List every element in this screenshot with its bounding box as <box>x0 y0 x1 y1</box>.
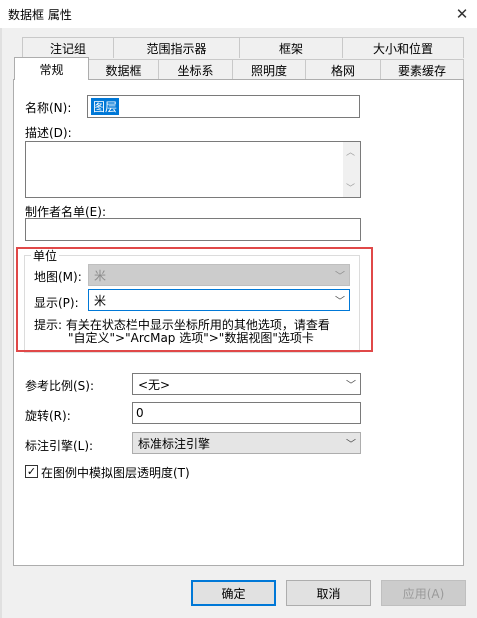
tab-annotation-groups[interactable]: 注记组 <box>22 37 114 58</box>
label-engine-label: 标注引擎(L): <box>25 439 94 453</box>
tab-feature-cache[interactable]: 要素缓存 <box>380 59 464 80</box>
cancel-button[interactable]: 取消 <box>286 580 371 606</box>
label-engine-value: 标准标注引擎 <box>138 436 211 451</box>
reference-scale-label: 参考比例(S): <box>25 379 95 393</box>
checkmark-icon: ✓ <box>26 465 37 478</box>
description-scrollbar[interactable]: ︿ ﹀ <box>343 142 360 197</box>
tab-extent-indicators[interactable]: 范围指示器 <box>113 37 240 58</box>
scroll-down-icon[interactable]: ﹀ <box>346 181 355 194</box>
rotation-label: 旋转(R): <box>25 409 71 423</box>
name-label: 名称(N): <box>25 101 72 115</box>
rotation-input[interactable]: 0 <box>132 402 361 424</box>
tab-illumination[interactable]: 照明度 <box>232 59 306 80</box>
apply-button: 应用(A) <box>381 580 466 606</box>
label-engine-combo[interactable]: 标准标注引擎 ﹀ <box>132 432 361 454</box>
tab-general[interactable]: 常规 <box>14 57 89 80</box>
window-title: 数据框 属性 <box>8 8 72 22</box>
ok-button[interactable]: 确定 <box>191 580 276 606</box>
tab-data-frame[interactable]: 数据框 <box>88 59 159 80</box>
name-input[interactable]: 图层 <box>87 95 360 118</box>
chevron-down-icon: ﹀ <box>346 380 356 392</box>
description-textarea[interactable] <box>25 141 361 198</box>
highlight-box <box>16 247 373 352</box>
scroll-up-icon[interactable]: ︿ <box>346 145 355 158</box>
simulate-transparency-checkbox[interactable]: ✓ <box>25 465 38 478</box>
tab-coordinate-system[interactable]: 坐标系 <box>158 59 233 80</box>
tab-grids[interactable]: 格网 <box>305 59 381 80</box>
close-button[interactable]: ✕ <box>447 0 477 28</box>
description-label: 描述(D): <box>25 126 72 140</box>
simulate-transparency-label[interactable]: 在图例中模拟图层透明度(T) <box>41 464 190 481</box>
reference-scale-combo[interactable]: <无> ﹀ <box>132 373 361 395</box>
chevron-down-icon: ﹀ <box>346 439 356 451</box>
reference-scale-value: <无> <box>138 377 171 392</box>
tab-size-and-position[interactable]: 大小和位置 <box>342 37 464 58</box>
window-edge <box>0 28 2 618</box>
rotation-value: 0 <box>136 406 144 420</box>
tab-frame[interactable]: 框架 <box>239 37 343 58</box>
name-value: 图层 <box>91 98 120 115</box>
close-icon: ✕ <box>455 5 469 23</box>
credits-input[interactable] <box>25 218 361 241</box>
